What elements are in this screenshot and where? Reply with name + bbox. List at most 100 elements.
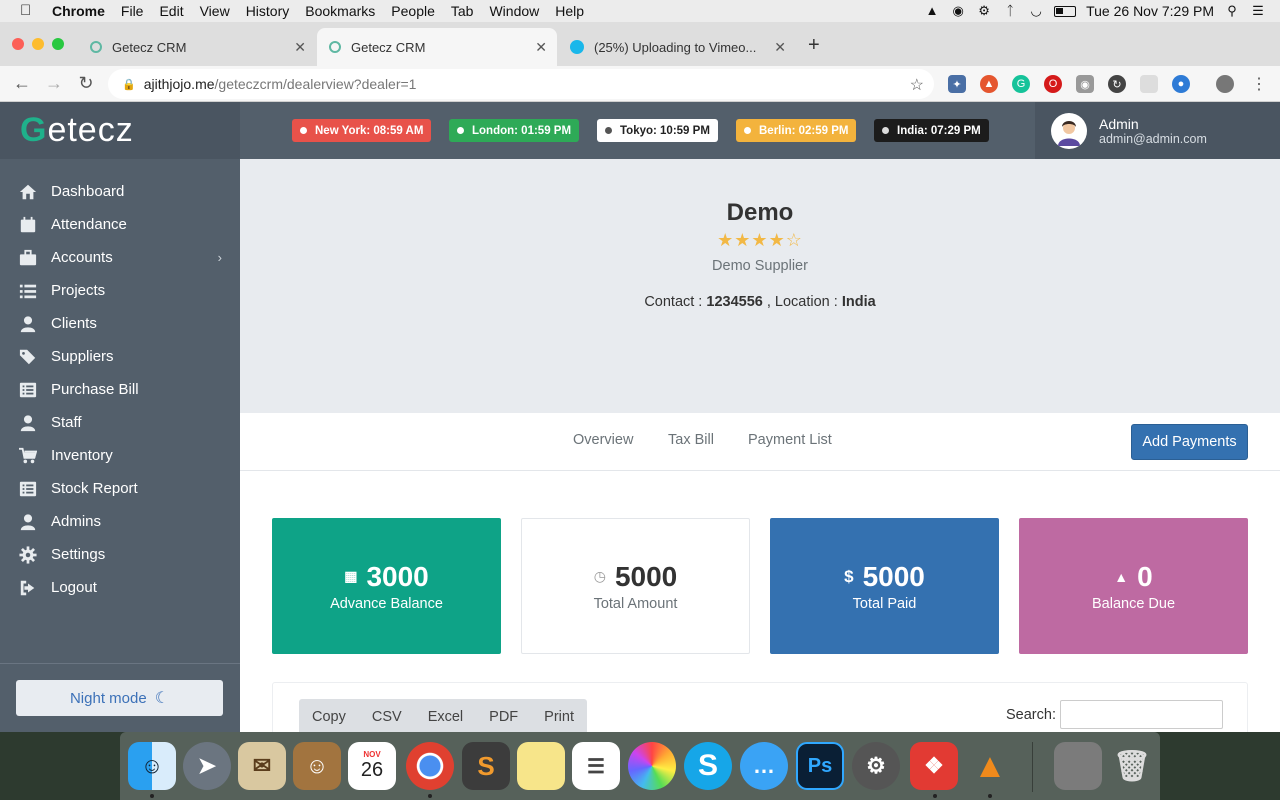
creative-cloud-icon[interactable]: ◉ [950,4,966,18]
close-tab-icon[interactable]: ✕ [294,39,306,56]
browser-tab-2-active[interactable]: Getecz CRM ✕ [317,28,557,66]
browser-tab-3[interactable]: (25%) Uploading to Vimeo... ✕ [558,28,796,66]
night-mode-button[interactable]: Night mode ☾ [16,680,223,716]
sublime-text-icon[interactable]: S [462,742,510,790]
menu-bookmarks[interactable]: Bookmarks [297,0,383,22]
apple-icon[interactable]:  [20,3,36,19]
photoshop-icon[interactable]: Ps [796,742,844,790]
photos-icon[interactable] [628,742,676,790]
excel-button[interactable]: Excel [415,709,476,725]
tab-overview[interactable]: Overview [573,432,633,448]
chrome-menu-icon[interactable]: ⋮ [1250,75,1268,93]
running-indicator [933,794,937,798]
blank-extension-icon[interactable] [1140,75,1158,93]
logo-g: G [20,111,48,149]
sidebar-item-staff[interactable]: Staff [0,406,240,439]
sidebar-item-settings[interactable]: Settings [0,538,240,571]
copy-button[interactable]: Copy [299,709,359,725]
list-alt-icon [18,480,38,498]
menu-history[interactable]: History [238,0,298,22]
mail-stamp-icon[interactable]: ✉ [238,742,286,790]
vlc-icon[interactable]: ▲ [966,742,1014,790]
sidebar-item-projects[interactable]: Projects [0,274,240,307]
skype-icon[interactable]: S [684,742,732,790]
close-window-button[interactable] [12,38,24,50]
system-preferences-icon[interactable]: ⚙ [852,742,900,790]
chrome-dock-icon[interactable] [406,742,454,790]
reload-icon[interactable]: ↻ [70,73,102,94]
battery-icon[interactable] [1054,5,1077,17]
tags-icon [18,348,38,366]
menu-app-name[interactable]: Chrome [48,0,113,22]
sidebar-item-admins[interactable]: Admins [0,505,240,538]
bluetooth-icon[interactable]: ᛏ [1002,4,1018,18]
grammarly-extension-icon[interactable]: G [1012,75,1030,93]
menu-view[interactable]: View [192,0,238,22]
tab-tax-bill[interactable]: Tax Bill [668,432,714,448]
close-tab-icon[interactable]: ✕ [535,39,547,56]
vlc-menubar-icon[interactable]: ▲ [924,4,940,18]
card-balance-due: ▲ 0 Balance Due [1019,518,1248,654]
messages-icon[interactable]: … [740,742,788,790]
spotlight-search-icon[interactable]: ⚲ [1224,4,1240,18]
sidebar-item-stock-report[interactable]: Stock Report [0,472,240,505]
camera-extension-icon[interactable]: ◉ [1076,75,1094,93]
pdf-button[interactable]: PDF [476,709,531,725]
table-search-input[interactable] [1060,700,1223,729]
menu-people[interactable]: People [383,0,443,22]
url-bar[interactable]: 🔒 ajithjojo.me/geteczcrm/dealerview?deal… [108,69,934,99]
menu-file[interactable]: File [113,0,152,22]
sidebar-item-dashboard[interactable]: Dashboard [0,175,240,208]
firefox-extension-icon[interactable]: ● [1172,75,1190,93]
add-payments-button[interactable]: Add Payments [1131,424,1248,460]
wifi-icon[interactable]: ◡ [1028,4,1044,18]
sidebar-item-purchase-bill[interactable]: Purchase Bill [0,373,240,406]
zoom-window-button[interactable] [52,38,64,50]
notes-icon[interactable] [517,742,565,790]
sidebar-item-suppliers[interactable]: Suppliers [0,340,240,373]
warning-icon: ▲ [1114,568,1129,585]
finder-icon[interactable]: ☺ [128,742,176,790]
trash-icon[interactable]: 🗑 [1108,742,1156,790]
reminders-icon[interactable]: ☰ [572,742,620,790]
forward-icon[interactable]: → [38,73,70,94]
getecz-logo[interactable]: Getecz [0,102,240,159]
new-tab-button[interactable]: + [808,34,820,57]
profile-avatar[interactable] [1216,75,1234,93]
user-icon [18,513,38,531]
sidebar-item-inventory[interactable]: Inventory [0,439,240,472]
sidebar-item-accounts[interactable]: Accounts › [0,241,240,274]
bookmark-star-icon[interactable]: ☆ [910,75,924,95]
sync-extension-icon[interactable]: ↻ [1108,75,1126,93]
notification-center-icon[interactable]: ☰ [1250,4,1266,18]
menu-edit[interactable]: Edit [151,0,191,22]
sidebar-item-attendance[interactable]: Attendance [0,208,240,241]
browser-tab-1[interactable]: Getecz CRM ✕ [78,28,316,66]
menubar-clock[interactable]: Tue 26 Nov 7:29 PM [1086,3,1214,19]
menu-window[interactable]: Window [481,0,547,22]
opera-extension-icon[interactable]: O [1044,75,1062,93]
csv-button[interactable]: CSV [359,709,415,725]
star-filled-icon: ★ [734,230,752,250]
print-button[interactable]: Print [531,709,587,725]
sidebar-item-clients[interactable]: Clients [0,307,240,340]
contacts-icon[interactable]: ☺ [293,742,341,790]
menu-tab[interactable]: Tab [443,0,482,22]
user-menu[interactable]: Admin admin@admin.com [1035,102,1280,159]
gear-menubar-icon[interactable]: ⚙ [976,4,992,18]
downloads-stack-icon[interactable] [1054,742,1102,790]
calendar-app-icon[interactable]: NOV 26 [348,742,396,790]
menu-help[interactable]: Help [547,0,592,22]
launchpad-icon[interactable]: ➤ [183,742,231,790]
home-icon [18,183,38,201]
sidebar-item-logout[interactable]: Logout [0,571,240,604]
sidebar: Getecz Dashboard Attendance Accounts › P… [0,102,240,732]
anydesk-icon[interactable]: ❖ [910,742,958,790]
lock-icon[interactable]: 🔒 [122,78,136,91]
eyedropper-extension-icon[interactable]: ✦ [948,75,966,93]
close-tab-icon[interactable]: ✕ [774,39,786,56]
minimize-window-button[interactable] [32,38,44,50]
back-icon[interactable]: ← [6,73,38,94]
fire-extension-icon[interactable]: ▲ [980,75,998,93]
tab-payment-list[interactable]: Payment List [748,432,832,448]
